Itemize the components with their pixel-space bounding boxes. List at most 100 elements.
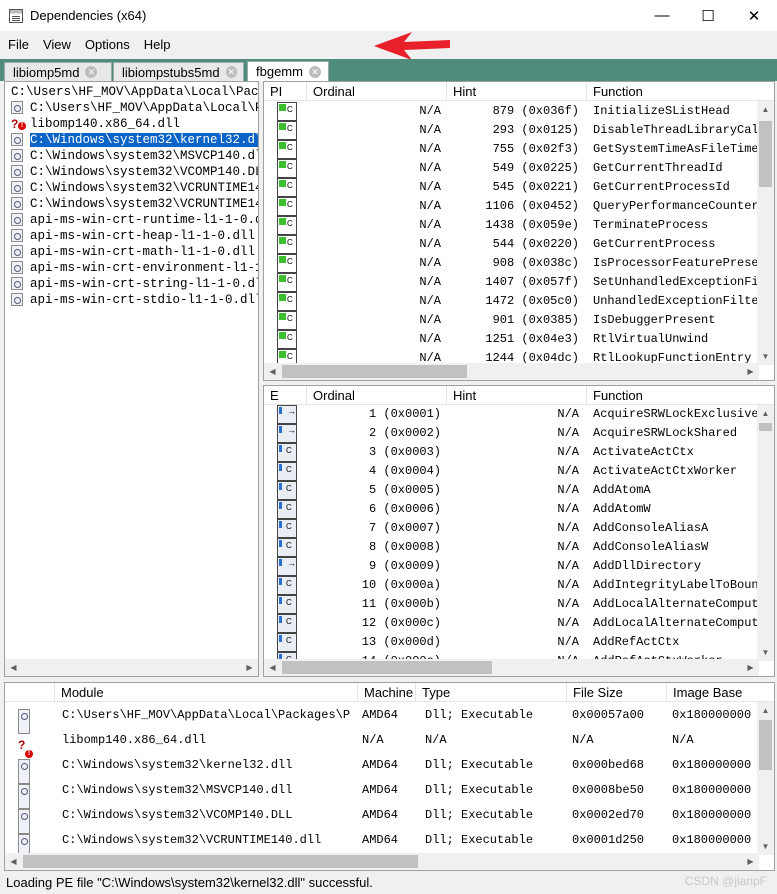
column-header-module[interactable]: Module	[55, 683, 358, 702]
export-row[interactable]: 12 (0x000c) N/A AddLocalAlternateComput	[264, 612, 759, 633]
scroll-down-icon[interactable]: ▼	[757, 644, 774, 661]
menu-help[interactable]: Help	[137, 37, 178, 52]
import-row[interactable]: N/A 1251 (0x04e3) RtlVirtualUnwind	[264, 328, 759, 349]
scroll-left-icon[interactable]: ◀	[5, 853, 22, 870]
menu-file[interactable]: File	[0, 37, 36, 52]
imports-table[interactable]: PI Ordinal Hint Function N/A 879 (0x036f)…	[263, 81, 775, 381]
modules-horizontal-scrollbar[interactable]: ◀ ▶	[5, 853, 759, 870]
column-header-ordinal[interactable]: Ordinal	[307, 386, 447, 405]
scroll-thumb[interactable]	[23, 855, 418, 868]
column-header-function[interactable]: Function	[587, 386, 774, 405]
export-row[interactable]: 9 (0x0009) N/A AddDllDirectory	[264, 554, 759, 576]
column-header-machine[interactable]: Machine	[358, 683, 416, 702]
export-row[interactable]: 6 (0x0006) N/A AddAtomW	[264, 498, 759, 519]
export-row[interactable]: 2 (0x0002) N/A AcquireSRWLockShared	[264, 421, 759, 443]
module-row[interactable]: C:\Windows\system32\MSVCP140.dll AMD64 Dll…	[5, 778, 759, 809]
tab-close-icon[interactable]: ✕	[85, 66, 98, 78]
tree-item[interactable]: C:\Windows\system32\VCRUNTIME140	[5, 179, 258, 195]
scroll-down-icon[interactable]: ▼	[757, 348, 774, 365]
scroll-right-icon[interactable]: ▶	[241, 659, 258, 676]
modules-vertical-scrollbar[interactable]: ▲ ▼	[757, 702, 774, 855]
scroll-left-icon[interactable]: ◀	[5, 659, 22, 676]
export-row[interactable]: 13 (0x000d) N/A AddRefActCtx	[264, 631, 759, 652]
column-header-ordinal[interactable]: Ordinal	[307, 82, 447, 101]
tab-close-icon[interactable]: ✕	[308, 65, 321, 78]
export-row[interactable]: 1 (0x0001) N/A AcquireSRWLockExclusive	[264, 402, 759, 424]
tree-item[interactable]: C:\Users\HF_MOV\AppData\Local\Pack	[5, 83, 258, 99]
import-row[interactable]: N/A 1438 (0x059e) TerminateProcess	[264, 214, 759, 235]
tree-item[interactable]: api-ms-win-crt-environment-l1-1-	[5, 259, 258, 275]
scroll-right-icon[interactable]: ▶	[742, 853, 759, 870]
scroll-up-icon[interactable]: ▲	[757, 405, 774, 422]
import-row[interactable]: N/A 908 (0x038c) IsProcessorFeaturePrese	[264, 252, 759, 273]
scroll-thumb[interactable]	[282, 365, 467, 378]
import-row[interactable]: N/A 545 (0x0221) GetCurrentProcessId	[264, 176, 759, 197]
scroll-thumb[interactable]	[759, 720, 772, 770]
scroll-left-icon[interactable]: ◀	[264, 363, 281, 380]
module-row[interactable]: C:\Users\HF_MOV\AppData\Local\Packages\P…	[5, 703, 759, 734]
menu-view[interactable]: View	[36, 37, 78, 52]
import-row[interactable]: N/A 549 (0x0225) GetCurrentThreadId	[264, 157, 759, 178]
tab-close-icon[interactable]: ✕	[225, 66, 237, 78]
import-row[interactable]: N/A 293 (0x0125) DisableThreadLibraryCal	[264, 119, 759, 140]
menu-options[interactable]: Options	[78, 37, 137, 52]
import-row[interactable]: N/A 755 (0x02f3) GetSystemTimeAsFileTime	[264, 138, 759, 159]
scroll-left-icon[interactable]: ◀	[264, 659, 281, 676]
imports-horizontal-scrollbar[interactable]: ◀ ▶	[264, 363, 759, 380]
tree-item[interactable]: api-ms-win-crt-runtime-l1-1-0.dll	[5, 211, 258, 227]
column-header-file-size[interactable]: File Size	[567, 683, 667, 702]
tree-item[interactable]: api-ms-win-crt-stdio-l1-1-0.dll	[5, 291, 258, 307]
exports-table[interactable]: E Ordinal Hint Function 1 (0x0001) N/A Acq…	[263, 385, 775, 677]
export-row[interactable]: 8 (0x0008) N/A AddConsoleAliasW	[264, 536, 759, 557]
export-row[interactable]: 4 (0x0004) N/A ActivateActCtxWorker	[264, 460, 759, 481]
imports-vertical-scrollbar[interactable]: ▲ ▼	[757, 101, 774, 365]
scroll-right-icon[interactable]: ▶	[742, 659, 759, 676]
maximize-button[interactable]: ☐	[685, 0, 731, 31]
export-row[interactable]: 3 (0x0003) N/A ActivateActCtx	[264, 441, 759, 462]
scroll-down-icon[interactable]: ▼	[757, 838, 774, 855]
module-tree[interactable]: C:\Users\HF_MOV\AppData\Local\Pack C:\Use…	[4, 81, 259, 677]
import-row[interactable]: N/A 544 (0x0220) GetCurrentProcess	[264, 233, 759, 254]
tree-item[interactable]: C:\Windows\system32\kernel32.dll	[5, 131, 258, 148]
scroll-thumb[interactable]	[759, 121, 772, 187]
exports-horizontal-scrollbar[interactable]: ◀ ▶	[264, 659, 759, 676]
tab-libiomp5md[interactable]: libiomp5md ✕	[4, 62, 112, 81]
exports-vertical-scrollbar[interactable]: ▲ ▼	[757, 405, 774, 661]
scroll-up-icon[interactable]: ▲	[757, 101, 774, 118]
scroll-thumb[interactable]	[759, 423, 772, 431]
module-row[interactable]: C:\Windows\system32\VCOMP140.DLL AMD64 Dll…	[5, 803, 759, 834]
tab-libiompstubs5md[interactable]: libiompstubs5md ✕	[113, 62, 244, 81]
modules-list[interactable]: Module Machine Type File Size Image Base…	[4, 682, 775, 871]
column-header-pi[interactable]: PI	[264, 82, 307, 101]
minimize-button[interactable]: —	[639, 0, 685, 31]
tree-horizontal-scrollbar[interactable]: ◀ ▶	[5, 659, 258, 676]
column-header-hint[interactable]: Hint	[447, 386, 587, 405]
scroll-thumb[interactable]	[282, 661, 492, 674]
import-row[interactable]: N/A 901 (0x0385) IsDebuggerPresent	[264, 309, 759, 330]
scroll-up-icon[interactable]: ▲	[757, 702, 774, 719]
import-row[interactable]: N/A 1106 (0x0452) QueryPerformanceCounter	[264, 195, 759, 216]
export-row[interactable]: 10 (0x000a) N/A AddIntegrityLabelToBoun	[264, 574, 759, 595]
module-row[interactable]: C:\Windows\system32\kernel32.dll AMD64 Dll…	[5, 753, 759, 784]
tab-fbgemm[interactable]: fbgemm ✕	[247, 61, 329, 81]
tree-item[interactable]: ?! libomp140.x86_64.dll	[5, 115, 258, 131]
tree-item[interactable]: api-ms-win-crt-string-l1-1-0.dll	[5, 275, 258, 291]
tree-item[interactable]: C:\Windows\system32\VCRUNTIME140	[5, 195, 258, 211]
tree-item[interactable]: C:\Windows\system32\MSVCP140.dll	[5, 147, 258, 163]
tree-item[interactable]: api-ms-win-crt-heap-l1-1-0.dll -	[5, 227, 258, 243]
tree-item[interactable]: C:\Windows\system32\VCOMP140.DLL	[5, 163, 258, 179]
column-header-type[interactable]: Type	[416, 683, 567, 702]
tree-item[interactable]: api-ms-win-crt-math-l1-1-0.dll -	[5, 243, 258, 259]
module-row[interactable]: ?! libomp140.x86_64.dll N/A N/A N/A N/A	[5, 728, 759, 758]
import-row[interactable]: N/A 1472 (0x05c0) UnhandledExceptionFilte	[264, 290, 759, 311]
import-row[interactable]: N/A 879 (0x036f) InitializeSListHead	[264, 100, 759, 121]
column-header-image-base[interactable]: Image Base	[667, 683, 774, 702]
close-button[interactable]: ✕	[731, 0, 777, 31]
column-header-e[interactable]: E	[264, 386, 307, 405]
scroll-right-icon[interactable]: ▶	[742, 363, 759, 380]
tree-item[interactable]: C:\Users\HF_MOV\AppData\Local\Pa	[5, 99, 258, 115]
export-row[interactable]: 11 (0x000b) N/A AddLocalAlternateComput	[264, 593, 759, 614]
module-row[interactable]: C:\Windows\system32\VCRUNTIME140.dll AMD6…	[5, 828, 759, 859]
export-row[interactable]: 7 (0x0007) N/A AddConsoleAliasA	[264, 517, 759, 538]
column-header-hint[interactable]: Hint	[447, 82, 587, 101]
